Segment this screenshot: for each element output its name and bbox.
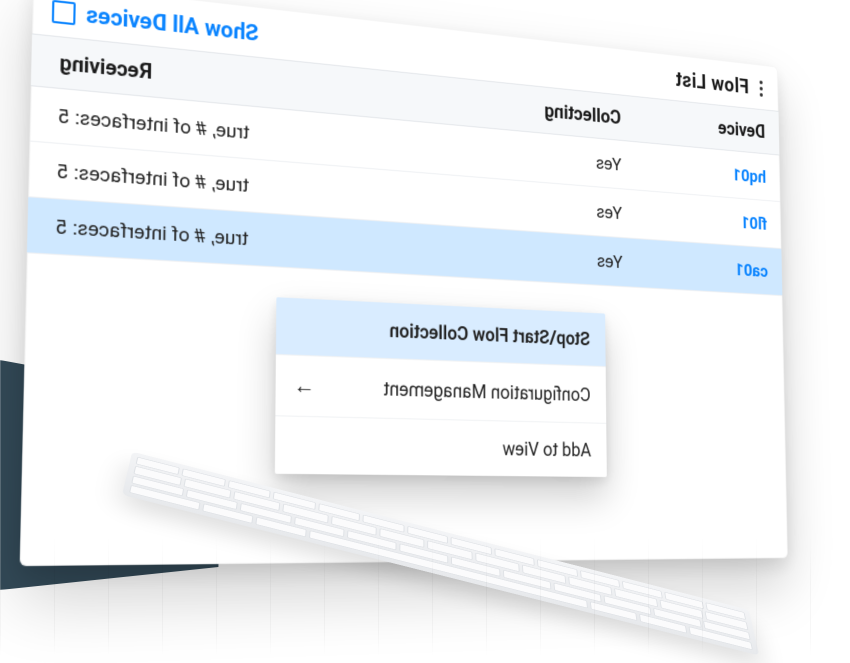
menu-item-config-mgmt[interactable]: Configuration Management →: [275, 354, 606, 423]
device-link[interactable]: ca01: [735, 259, 768, 282]
kebab-menu-icon[interactable]: [756, 77, 766, 101]
page-title: Flow List: [675, 68, 749, 99]
chevron-right-icon: →: [293, 372, 315, 399]
device-link[interactable]: fl01: [741, 212, 767, 235]
header-left: Flow List: [675, 67, 766, 100]
menu-item-add-to-view[interactable]: Add to View: [275, 415, 607, 477]
context-menu: Stop\Start Flow Collection Configuration…: [275, 297, 607, 477]
device-link[interactable]: hq01: [732, 164, 766, 188]
menu-item-label: Configuration Management: [383, 377, 590, 406]
checkbox-icon[interactable]: [52, 0, 76, 25]
menu-item-label: Add to View: [502, 437, 591, 461]
scene: Flow List Show All Devices Device Collec…: [0, 0, 850, 656]
menu-item-stop-start[interactable]: Stop\Start Flow Collection: [276, 297, 606, 366]
menu-item-label: Stop\Start Flow Collection: [389, 319, 590, 350]
show-all-label: Show All Devices: [86, 2, 259, 46]
